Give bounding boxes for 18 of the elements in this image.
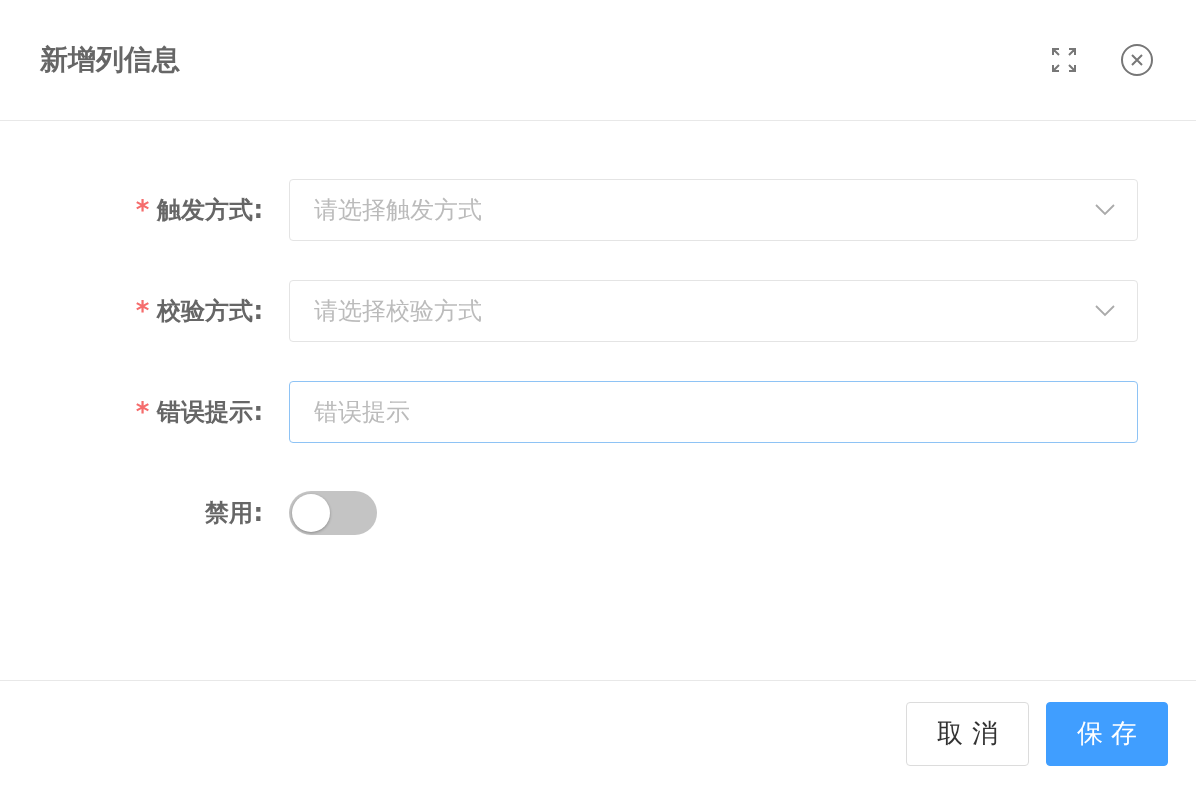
input-field[interactable]: 错误提示 — [289, 381, 1138, 443]
chevron-down-icon — [1095, 204, 1115, 216]
close-icon[interactable] — [1120, 43, 1154, 77]
dialog-title: 新增列信息 — [40, 42, 181, 78]
expand-icon[interactable] — [1050, 46, 1078, 74]
select-field[interactable]: 请选择触发方式 — [289, 179, 1138, 241]
cancel-button[interactable]: 取 消 — [906, 701, 1029, 766]
field-label: 触发方式: — [157, 195, 263, 226]
field-label: 错误提示: — [157, 397, 263, 428]
required-mark: * — [135, 296, 150, 326]
field-label: 禁用: — [205, 498, 263, 529]
save-button[interactable]: 保 存 — [1045, 701, 1168, 766]
toggle-switch[interactable] — [289, 491, 377, 535]
chevron-down-icon — [1095, 305, 1115, 317]
select-field[interactable]: 请选择校验方式 — [289, 280, 1138, 342]
field-label: 校验方式: — [157, 296, 263, 327]
required-mark: * — [135, 195, 150, 225]
required-mark: * — [135, 397, 150, 427]
